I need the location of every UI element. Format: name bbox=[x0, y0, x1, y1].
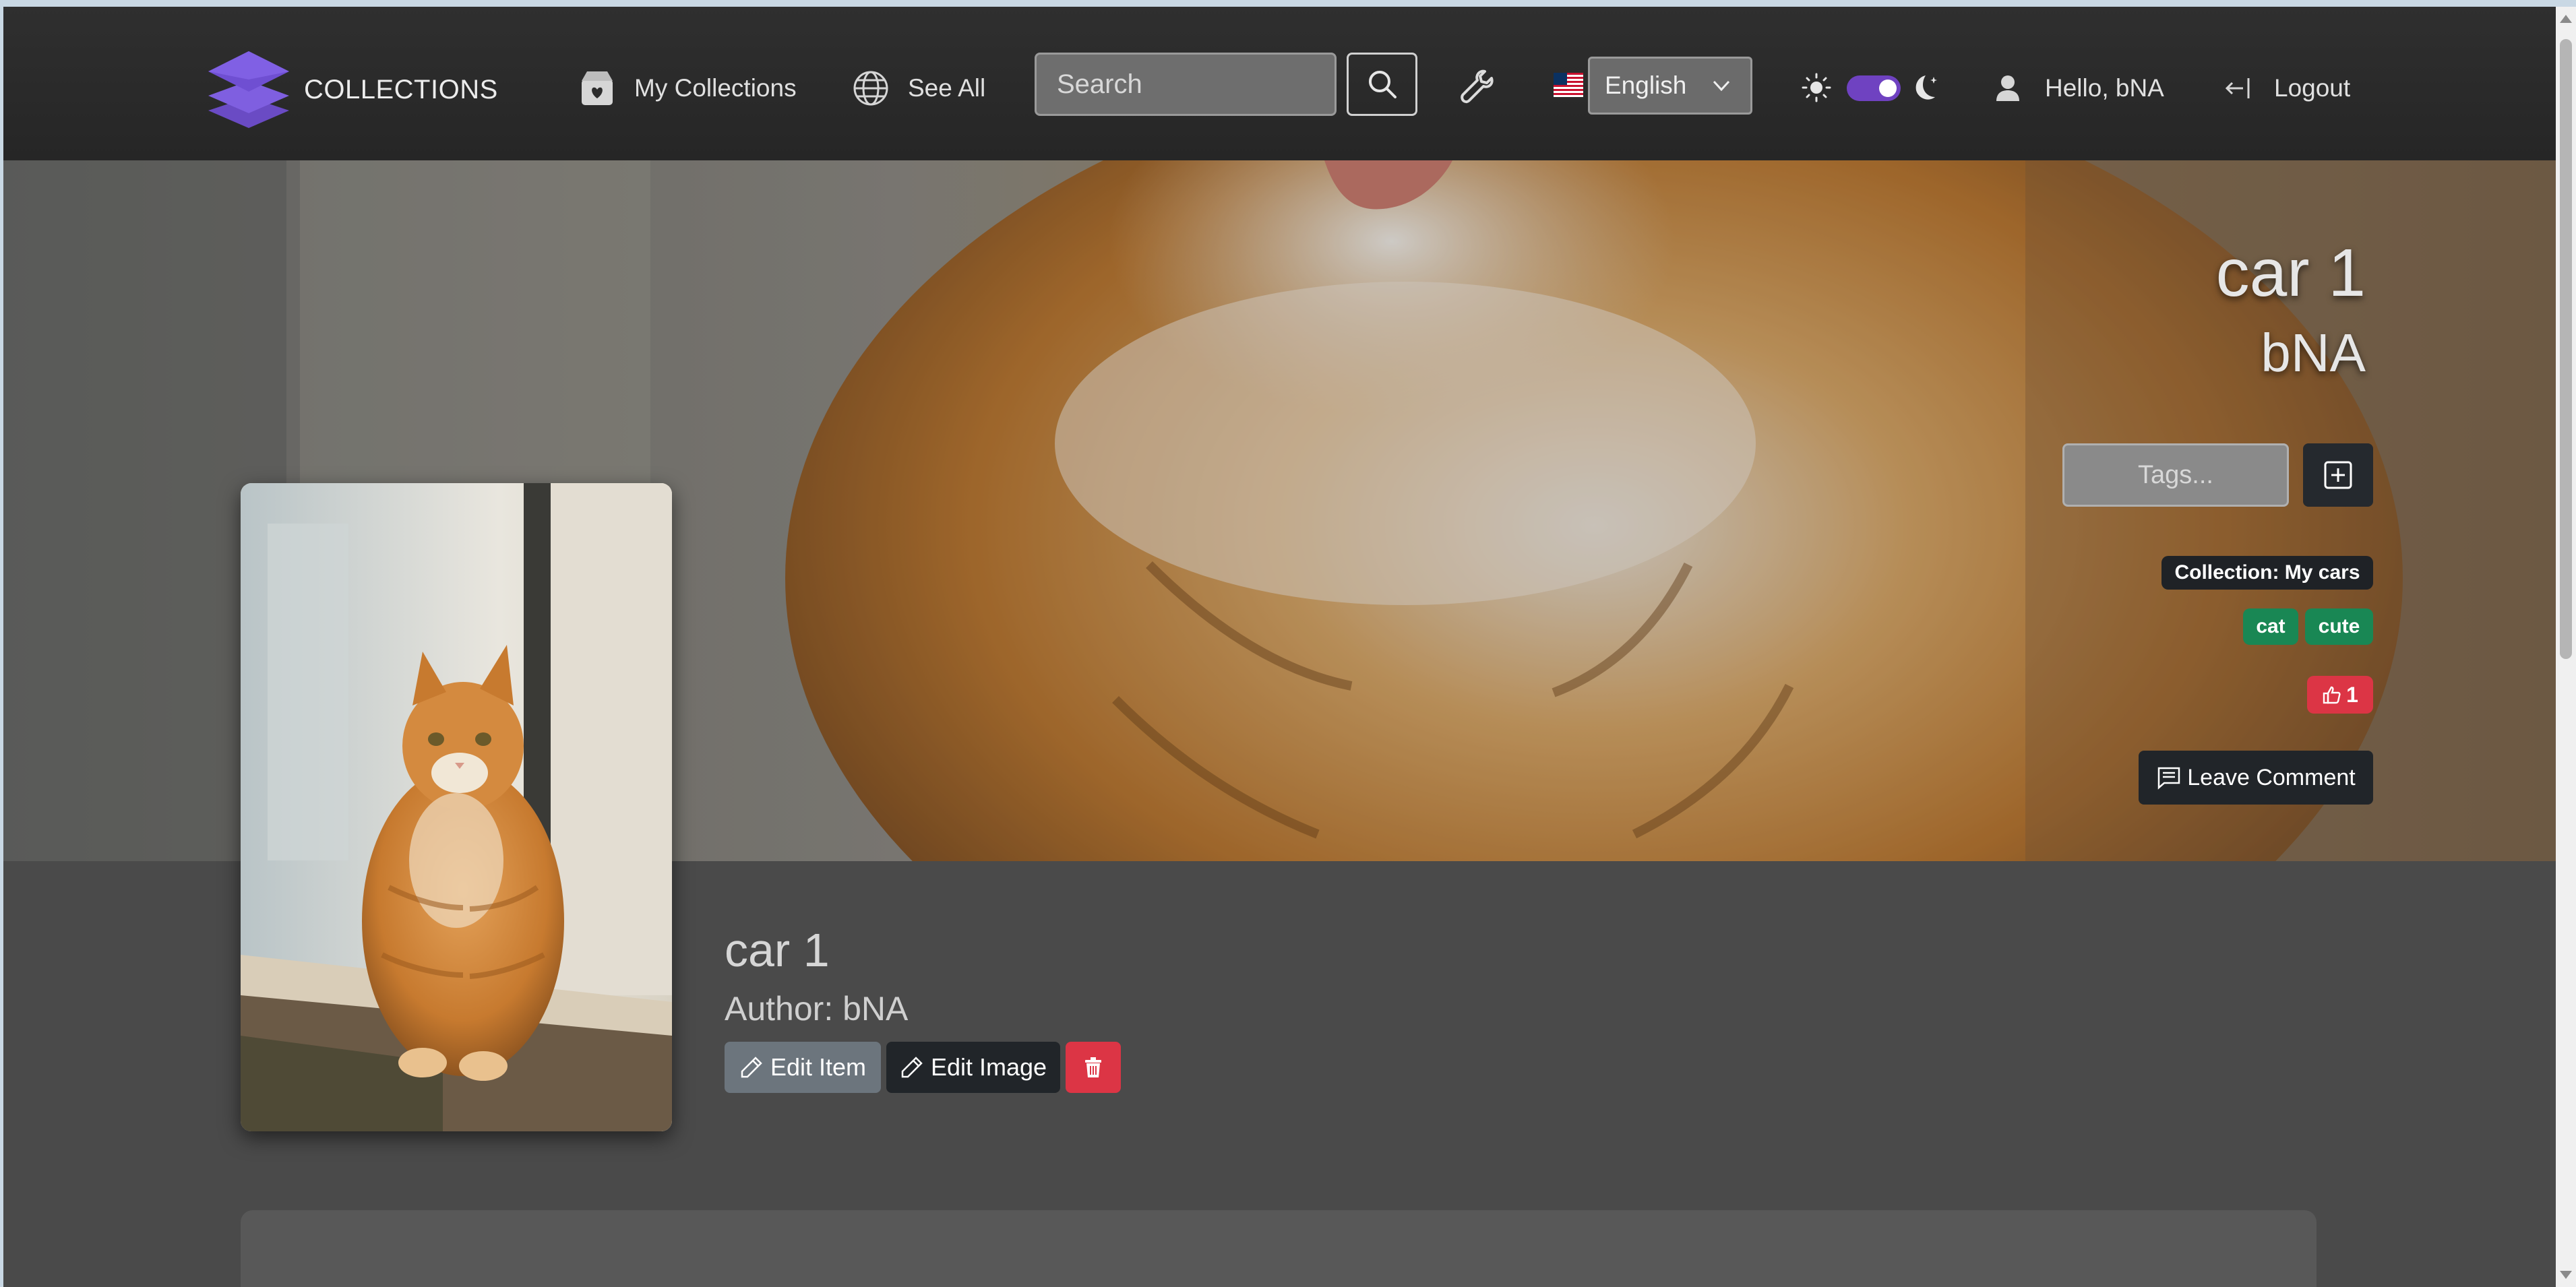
greeting-label: Hello, bNA bbox=[2045, 74, 2164, 102]
moon-stars-icon bbox=[1915, 75, 1937, 100]
search-icon bbox=[1368, 71, 1397, 98]
like-button[interactable]: 1 bbox=[2307, 676, 2373, 714]
comment-icon bbox=[2158, 767, 2180, 790]
tag-badge[interactable]: cat bbox=[2243, 608, 2298, 645]
scroll-up-arrow-icon[interactable] bbox=[2560, 15, 2572, 23]
layers-logo-icon bbox=[208, 51, 289, 128]
leave-comment-label: Leave Comment bbox=[2187, 764, 2356, 790]
edit-image-button[interactable]: Edit Image bbox=[886, 1042, 1060, 1093]
language-select-value: English bbox=[1605, 71, 1687, 99]
item-title: car 1 bbox=[725, 924, 830, 976]
scrollbar-thumb[interactable] bbox=[2560, 39, 2572, 659]
wrench-admin-icon[interactable] bbox=[1458, 67, 1496, 105]
box-heart-icon bbox=[582, 71, 613, 105]
navbar: COLLECTIONS My Collections See All Searc… bbox=[3, 7, 2556, 160]
nav-logout[interactable]: Logout bbox=[2217, 69, 2350, 108]
thumbs-up-icon bbox=[2323, 686, 2341, 704]
brand-link[interactable]: COLLECTIONS bbox=[206, 49, 498, 131]
edit-item-button[interactable]: Edit Item bbox=[725, 1042, 881, 1093]
item-image bbox=[241, 483, 672, 1131]
nav-my-collections[interactable]: My Collections bbox=[578, 69, 797, 108]
item-author: Author: bNA bbox=[725, 990, 909, 1028]
scroll-down-arrow-icon[interactable] bbox=[2560, 1271, 2572, 1279]
comments-card bbox=[241, 1210, 2317, 1287]
trash-icon bbox=[1085, 1057, 1101, 1077]
leave-comment-button[interactable]: Leave Comment bbox=[2139, 751, 2373, 805]
delete-item-button[interactable] bbox=[1066, 1042, 1121, 1093]
logout-label: Logout bbox=[2274, 74, 2351, 102]
nav-user-profile[interactable]: Hello, bNA bbox=[1988, 69, 2164, 108]
browser-window: COLLECTIONS My Collections See All Searc… bbox=[3, 7, 2556, 1287]
pencil-icon bbox=[741, 1057, 762, 1078]
like-count: 1 bbox=[2346, 682, 2358, 707]
pencil-icon bbox=[901, 1057, 923, 1078]
sun-icon bbox=[1802, 73, 1831, 102]
vertical-scrollbar[interactable] bbox=[2556, 7, 2576, 1287]
hero-item-title: car 1 bbox=[2215, 235, 2366, 311]
person-icon bbox=[1996, 75, 2019, 101]
theme-toggle-knob bbox=[1879, 80, 1897, 97]
add-tag-button[interactable] bbox=[2303, 443, 2373, 507]
globe-icon bbox=[853, 71, 888, 106]
theme-toggle[interactable] bbox=[1847, 75, 1901, 101]
search-input[interactable] bbox=[1035, 53, 1337, 116]
language-select[interactable]: English bbox=[1588, 57, 1752, 115]
nav-see-all[interactable]: See All bbox=[851, 69, 985, 108]
brand-text: COLLECTIONS bbox=[304, 74, 498, 104]
plus-square-icon bbox=[2324, 461, 2352, 489]
us-flag-icon bbox=[1554, 73, 1583, 97]
edit-image-label: Edit Image bbox=[930, 1053, 1047, 1081]
logout-arrow-icon bbox=[2225, 78, 2250, 98]
nav-see-all-label: See All bbox=[908, 74, 986, 102]
cat-photo bbox=[241, 483, 672, 1131]
edit-item-label: Edit Item bbox=[770, 1053, 867, 1081]
collection-badge[interactable]: Collection: My cars bbox=[2161, 556, 2373, 590]
hero-item-author: bNA bbox=[2261, 323, 2366, 383]
chevron-down-icon bbox=[1713, 80, 1730, 92]
tags-input[interactable] bbox=[2062, 443, 2289, 507]
search-button[interactable] bbox=[1347, 53, 1417, 116]
tag-badge[interactable]: cute bbox=[2305, 608, 2373, 645]
nav-my-collections-label: My Collections bbox=[634, 74, 797, 102]
